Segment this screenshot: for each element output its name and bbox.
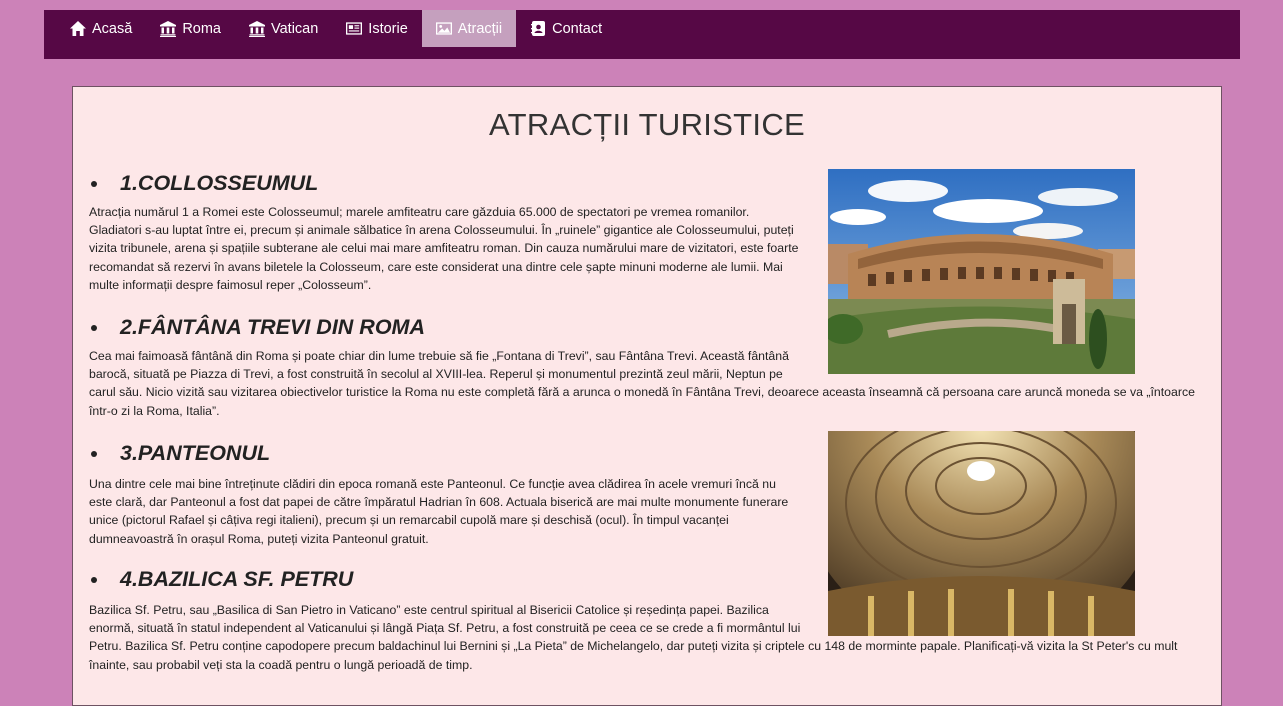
page-title: ATRACȚII TURISTICE	[489, 107, 805, 142]
home-icon	[70, 21, 86, 37]
main-navbar: Acasă Roma Vatican Istorie Atracții Cont…	[44, 10, 1240, 59]
section-heading-colosseum: 1.COLLOSSEUMUL	[91, 171, 318, 196]
picture-icon	[435, 21, 452, 37]
main-content: ATRACȚII TURISTICE 1.COLLOSSEUMUL Atracț…	[72, 86, 1222, 706]
nav-roma-label: Roma	[182, 20, 221, 37]
nav-contact[interactable]: Contact	[516, 10, 616, 47]
bank-icon	[160, 20, 177, 37]
nav-home[interactable]: Acasă	[56, 10, 146, 47]
section-heading-panteon: 3.PANTEONUL	[91, 441, 270, 466]
nav-vatican-label: Vatican	[271, 20, 319, 37]
newspaper-icon	[346, 21, 363, 37]
contact-book-icon	[530, 21, 546, 37]
nav-atractii-label: Atracții	[457, 20, 503, 37]
section-text-colosseum: Atracția numărul 1 a Romei este Colosseu…	[89, 205, 799, 292]
nav-roma[interactable]: Roma	[146, 10, 235, 47]
nav-vatican[interactable]: Vatican	[235, 10, 332, 47]
colosseum-photo	[828, 169, 1135, 374]
nav-home-label: Acasă	[92, 20, 133, 37]
section-heading-trevi: 2.FÂNTÂNA TREVI DIN ROMA	[91, 315, 425, 340]
nav-istorie[interactable]: Istorie	[332, 10, 422, 47]
section-petru-wrap: Bazilica Sf. Petru, sau „Basilica di San…	[89, 601, 1219, 674]
nav-contact-label: Contact	[552, 20, 603, 37]
bank-icon	[249, 20, 265, 37]
nav-atractii[interactable]: Atracții	[421, 10, 517, 47]
nav-istorie-label: Istorie	[368, 20, 408, 37]
section-trevi-wrap: Cea mai faimoasă fântână din Roma și poa…	[89, 347, 1219, 420]
section-text-panteon: Una dintre cele mai bine întreținute clă…	[89, 477, 789, 546]
section-heading-petru: 4.BAZILICA SF. PETRU	[91, 567, 353, 592]
